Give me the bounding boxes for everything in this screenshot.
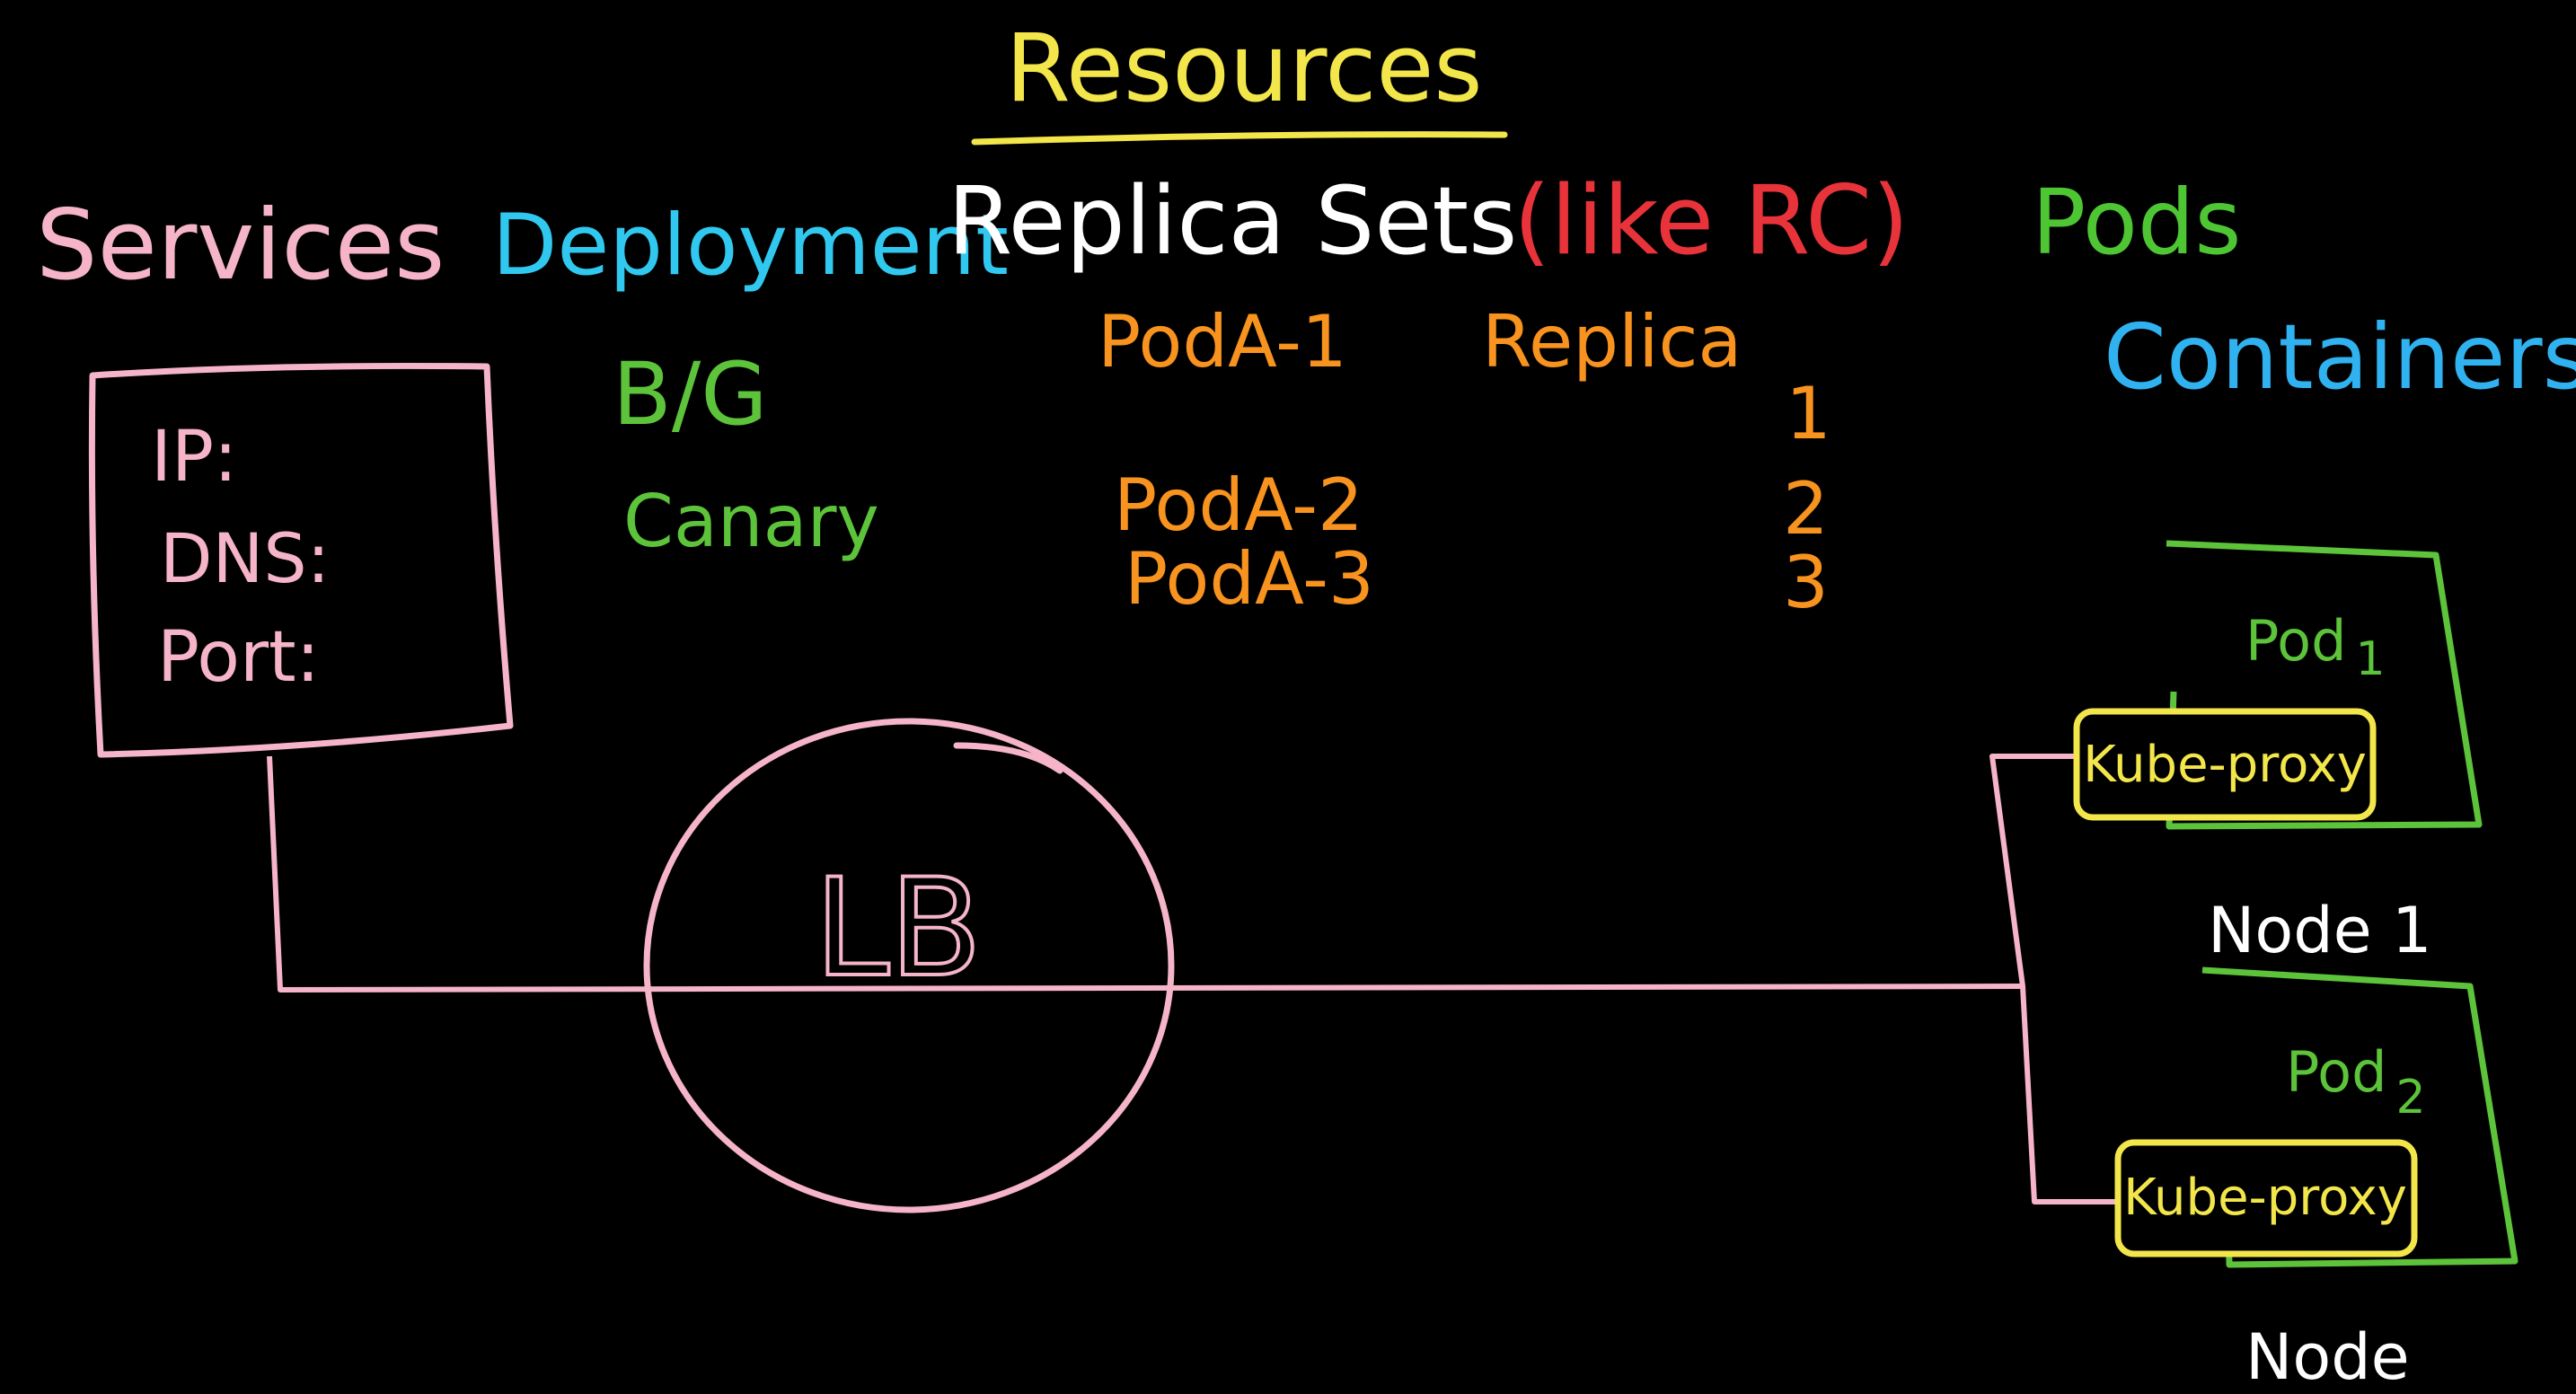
like-rc-note: (like RC) xyxy=(1513,165,1910,276)
service-ip-label: IP: xyxy=(151,417,237,498)
pods-heading: Pods xyxy=(2032,170,2242,275)
strategy-canary: Canary xyxy=(623,480,879,563)
service-to-lb-line xyxy=(267,755,2024,993)
pod-list-item-2: PodA-2 xyxy=(1114,463,1363,547)
replica-number-1: 1 xyxy=(1786,372,1831,455)
strategy-blue-green: B/G xyxy=(613,344,768,445)
node-2-kube-proxy-label: Kube-proxy xyxy=(2123,1169,2407,1227)
pod-list-item-3: PodA-3 xyxy=(1125,537,1374,621)
replica-number-2: 2 xyxy=(1783,467,1829,551)
deployment-heading: Deployment xyxy=(492,197,1009,295)
replica-number-3: 3 xyxy=(1783,541,1829,624)
replica-label: Replica xyxy=(1482,300,1742,384)
title-underline xyxy=(971,131,1508,146)
node-2-label: Node xyxy=(2245,1320,2410,1394)
service-port-label: Port: xyxy=(157,617,320,698)
title: Resources xyxy=(1005,13,1482,123)
replica-sets-heading: Replica Sets xyxy=(948,166,1517,276)
node-1-kube-proxy-label: Kube-proxy xyxy=(2083,736,2367,794)
services-heading: Services xyxy=(36,190,445,302)
node-1-label: Node 1 xyxy=(2208,894,2431,967)
node-bus-line xyxy=(1989,754,2118,1204)
whiteboard: Resources Services Deployment Replica Se… xyxy=(36,13,2576,1394)
node-2-pod-label: Pod 2 xyxy=(2286,1039,2426,1125)
pod-list-item-1: PodA-1 xyxy=(1098,300,1347,384)
node-1-pod-label: Pod 1 xyxy=(2245,608,2386,686)
service-dns-label: DNS: xyxy=(160,518,330,598)
load-balancer-label: LB xyxy=(815,851,982,1007)
containers-heading: Containers xyxy=(2104,304,2576,410)
